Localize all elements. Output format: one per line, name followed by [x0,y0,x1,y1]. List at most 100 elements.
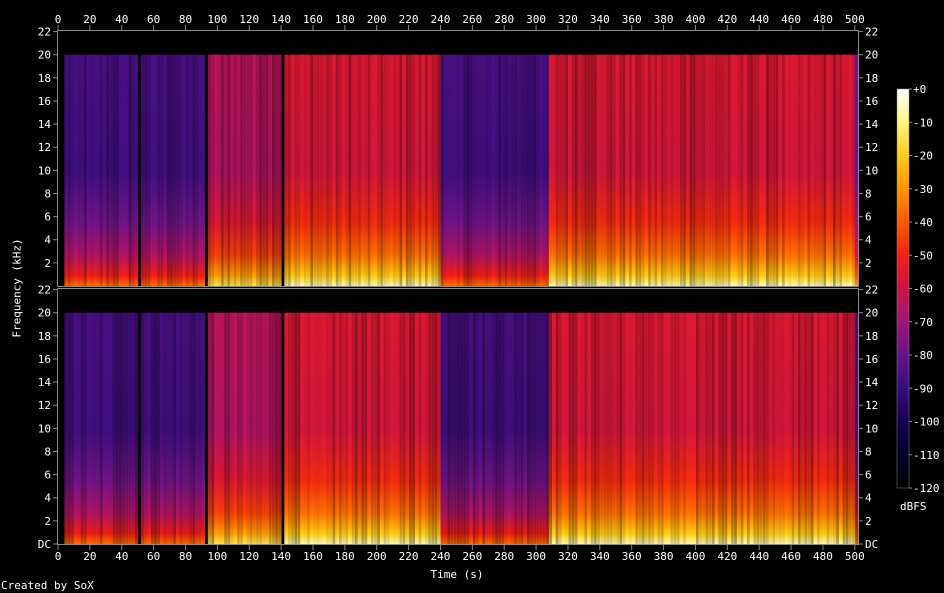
spectrogram-column [99,31,104,286]
spectrogram-column [478,31,483,286]
spectrogram-column [634,31,639,286]
spectrogram-column [462,31,467,286]
spectrogram-column [83,289,88,544]
spectrogram-column [730,31,735,286]
x-tick-label: 40 [115,550,128,563]
spectrogram-column [513,289,518,544]
spectrogram-column [813,31,818,286]
y-tick-label: 4 [44,492,51,505]
y-tick-label: 8 [865,445,872,458]
spectrogram-column [459,31,464,286]
spectrogram-column [561,289,566,544]
spectrogram-column [437,31,441,286]
spectrogram-column [389,31,394,286]
spectrogram-column [102,289,107,544]
spectrogram-column [657,289,661,544]
spectrogram-column [379,31,384,286]
spectrogram-column [175,289,180,544]
x-tick-label: 280 [494,13,514,26]
spectrogram-chart: 0 20 40 60 80 100 120 140 160 180 200 220 240 260 280 3… [38,13,940,563]
spectrogram-column [810,31,814,286]
y-tick-label: 22 [865,284,878,297]
spectrogram-column [376,289,381,544]
spectrogram-column [842,31,846,286]
spectrogram-column [271,31,276,286]
y-tick-label: 6 [44,469,51,482]
spectrogram-column [354,289,359,544]
spectrogram-column [599,31,604,286]
channel-2-spectrogram [57,288,859,545]
spectrogram-column [233,31,237,286]
spectrogram-column [583,31,588,286]
y-tick-label: 6 [865,211,872,224]
spectrogram-column [188,289,193,544]
spectrogram-column [236,289,241,544]
spectrogram-column [277,31,282,286]
spectrogram-column [599,289,604,544]
spectrogram-column [179,31,183,286]
spectrogram-column [752,289,757,544]
colorbar-tick-label: -120 [913,482,940,495]
spectrogram-column [427,289,432,544]
spectrogram-column [80,31,84,286]
y-tick-label: 4 [865,234,872,247]
spectrogram-column [284,31,288,286]
x-tick-label: 380 [654,13,674,26]
spectrogram-column [532,289,537,544]
x-tick-label: 360 [622,13,642,26]
spectrogram-column [625,289,629,544]
x-tick-label: 300 [526,550,546,563]
x-tick-label: 80 [179,550,192,563]
spectrogram-column [402,31,406,286]
colorbar-tick-label: -30 [913,183,933,196]
spectrogram-column [606,31,610,286]
x-tick-label: 500 [845,13,865,26]
spectrogram-column [446,31,451,286]
spectrogram-column [399,289,403,544]
spectrogram-column [351,31,355,286]
spectrogram-column [491,289,496,544]
y-tick-label: 22 [865,26,878,39]
spectrogram-column [724,289,728,544]
spectrogram-column [440,289,445,544]
spectrogram-column [724,31,728,286]
x-tick-label: 200 [367,550,387,563]
spectrogram-column [638,31,642,286]
spectrogram-column [328,289,333,544]
spectrogram-column [587,31,591,286]
spectrogram-column [609,31,614,286]
y-tick-label: 12 [865,399,878,412]
spectrogram-column [290,31,295,286]
spectrogram-column [673,289,677,544]
spectrogram-column [303,289,308,544]
y-tick-label: 18 [865,330,878,343]
spectrogram-column [386,31,390,286]
spectrogram-column [826,31,830,286]
spectrogram-column [481,289,486,544]
spectrogram-column [580,31,585,286]
spectrogram-column [475,289,480,544]
spectrogram-column [666,31,671,286]
spectrogram-column [590,289,594,544]
spectrogram-column [472,289,476,544]
y-tick-label: 20 [38,49,51,62]
spectrogram-column [185,31,190,286]
spectrogram-column [641,31,645,286]
colorbar-tick-label: -80 [913,349,933,362]
spectrogram-column [781,31,786,286]
spectrogram-column [134,289,139,544]
spectrogram-column [156,289,161,544]
spectrogram-column [300,31,304,286]
x-tick-label: 460 [781,550,801,563]
y-tick-label: 14 [38,118,52,131]
spectrogram-column [399,31,403,286]
spectrogram-column [631,289,636,544]
y-tick-label: 10 [865,164,878,177]
x-tick-label: 240 [431,550,451,563]
spectrogram-column [249,31,253,286]
spectrogram-column [826,289,830,544]
spectrogram-column [325,289,330,544]
spectrogram-column [529,31,534,286]
spectrogram-column [430,289,435,544]
spectrogram-column [803,31,808,286]
